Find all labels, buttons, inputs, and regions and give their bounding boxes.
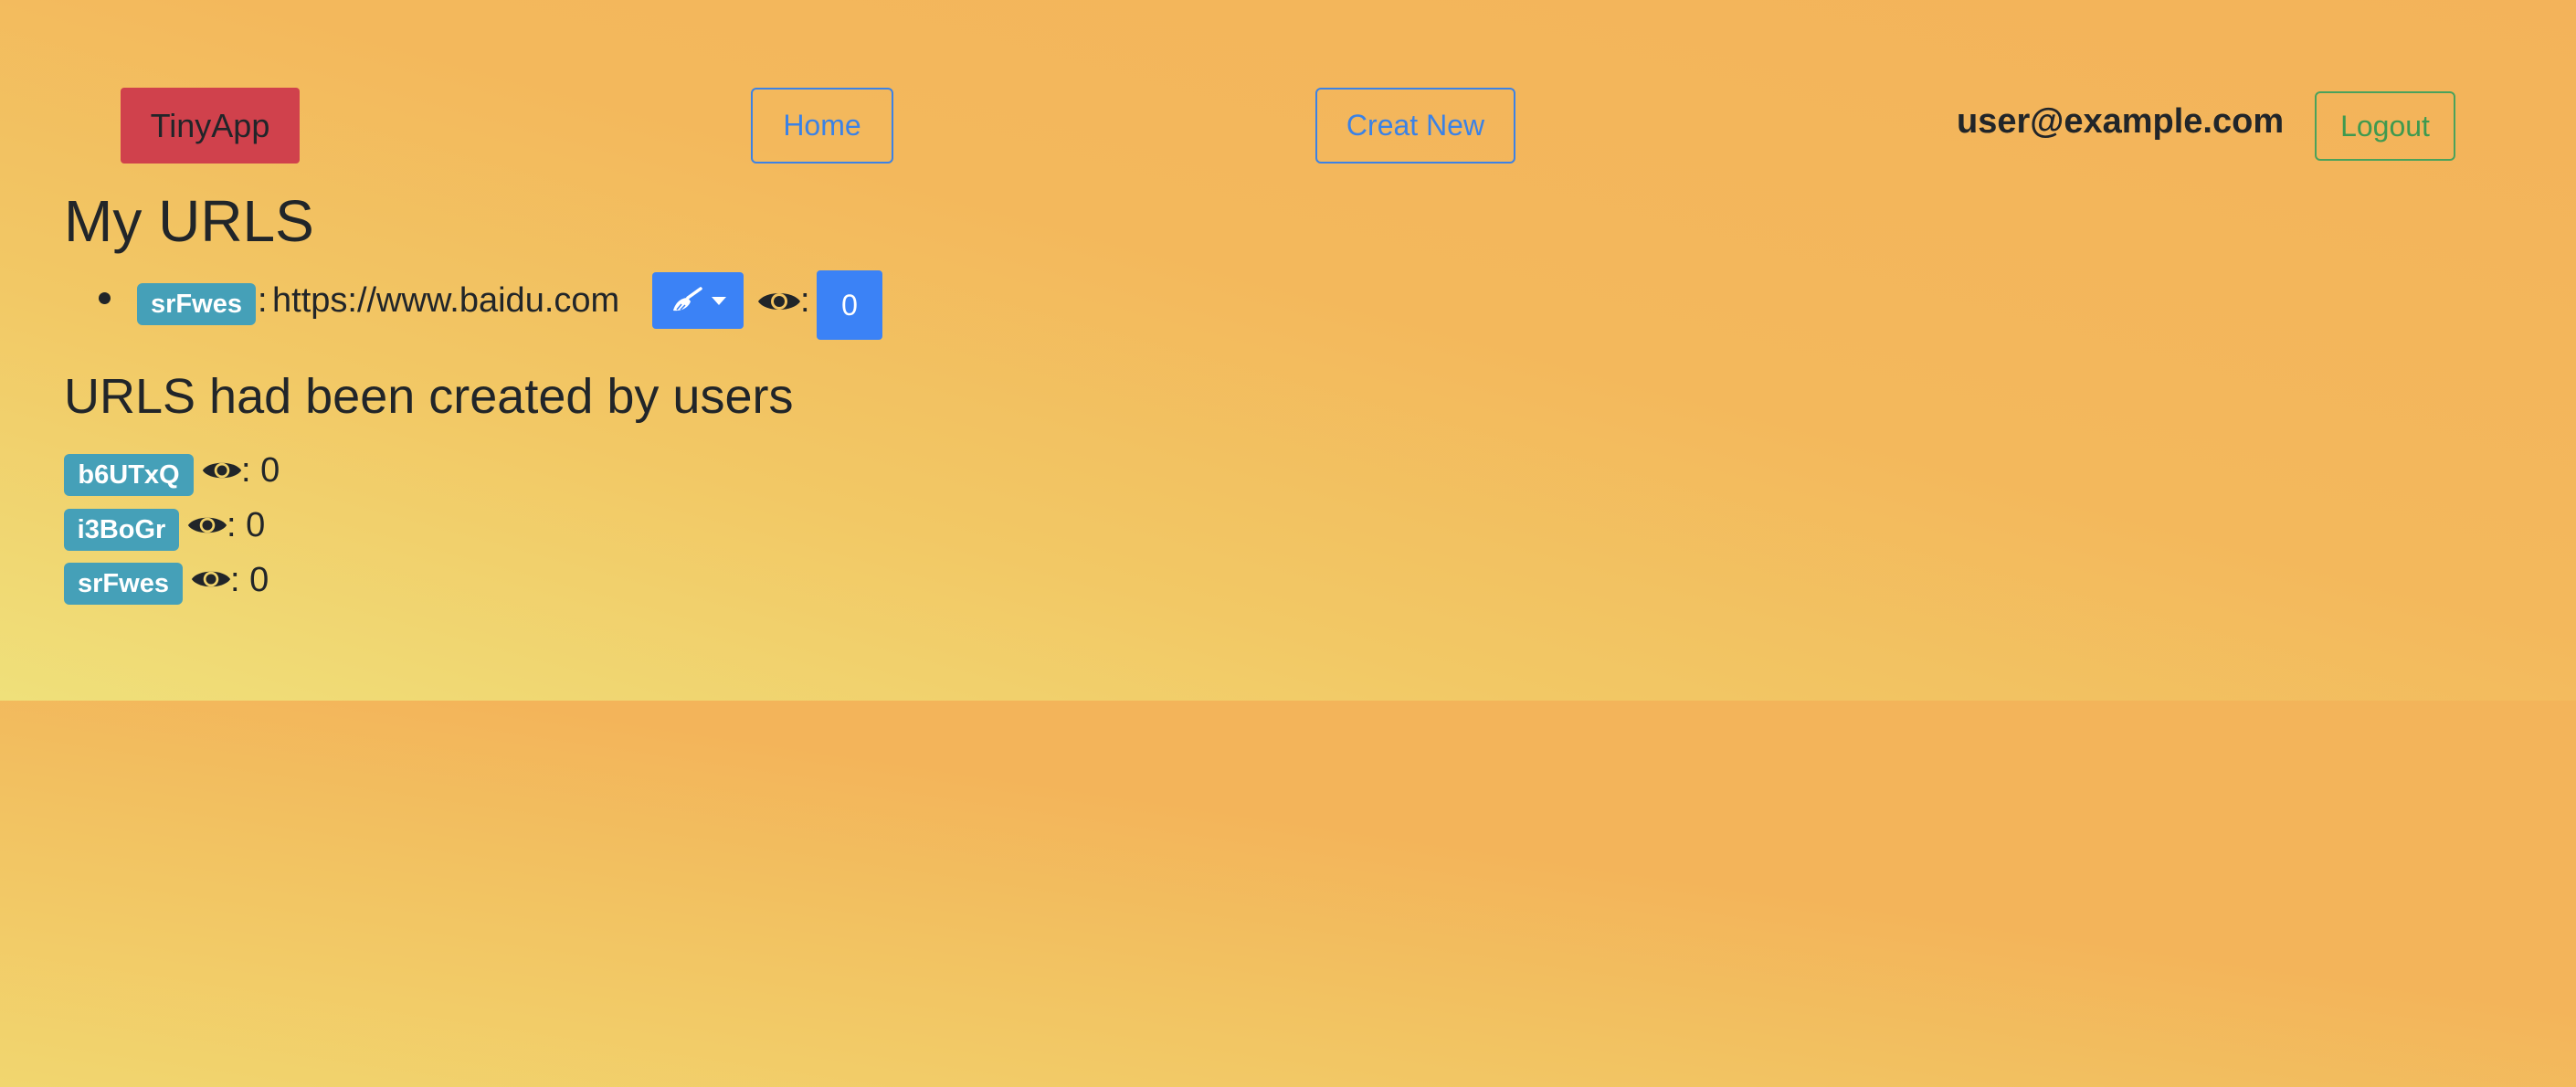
user-url-views: : 0 (230, 561, 269, 599)
user-url-short-id-badge[interactable]: i3BoGr (64, 509, 179, 551)
page-background-lower (0, 701, 2576, 1087)
my-url-long-url[interactable]: https://www.baidu.com (272, 281, 619, 321)
eye-icon (758, 293, 800, 310)
create-new-button[interactable]: Creat New (1315, 88, 1515, 164)
user-url-short-id-badge[interactable]: b6UTxQ (64, 454, 194, 496)
user-url-views: : 0 (241, 451, 280, 490)
my-url-separator: : (258, 281, 268, 320)
my-urls-heading: My URLS (64, 188, 314, 254)
brand-logo-button[interactable]: TinyApp (121, 88, 300, 164)
eye-icon (202, 462, 242, 479)
chevron-down-icon (712, 296, 726, 305)
views-count-button[interactable]: 0 (817, 270, 882, 340)
user-email: user@example.com (1957, 102, 2285, 141)
all-urls-heading: URLS had been created by users (64, 369, 794, 424)
user-url-short-id-badge[interactable]: srFwes (64, 563, 183, 605)
user-url-views: : 0 (227, 506, 266, 544)
views-separator: : (800, 281, 810, 320)
my-url-short-id-badge[interactable]: srFwes (137, 283, 256, 325)
eye-icon (187, 517, 227, 533)
list-bullet (99, 292, 111, 304)
edit-url-dropdown-button[interactable] (652, 272, 744, 329)
eye-icon (191, 571, 231, 587)
broom-icon (673, 287, 702, 311)
logout-button[interactable]: Logout (2315, 91, 2455, 161)
home-button[interactable]: Home (751, 88, 893, 164)
